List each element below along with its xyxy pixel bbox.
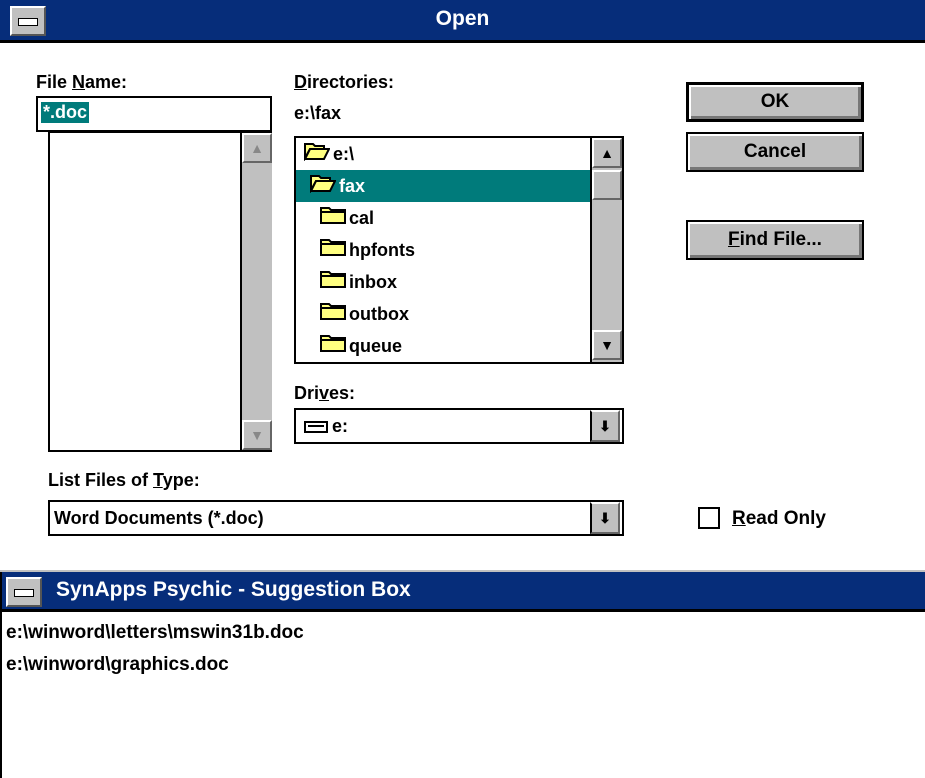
directory-scroll-down-button[interactable]: ▼ xyxy=(592,330,622,360)
directory-item-label: queue xyxy=(349,336,403,356)
drives-dropdown-arrow-icon[interactable]: ⬇ xyxy=(590,410,620,442)
directory-item-label: fax xyxy=(339,176,366,196)
open-folder-icon xyxy=(309,171,337,203)
drives-select[interactable]: e: ⬇ xyxy=(294,408,624,444)
folder-icon xyxy=(320,267,346,299)
directory-item-label: inbox xyxy=(349,272,397,292)
file-name-input[interactable]: *.doc xyxy=(36,96,272,132)
file-list-scroll-up-button[interactable]: ▲ xyxy=(242,133,272,163)
directory-item[interactable]: queue xyxy=(296,330,590,362)
directories-label: Directories: xyxy=(294,72,395,92)
directory-list-scrollbar[interactable]: ▲ ▼ xyxy=(590,138,622,362)
cancel-button[interactable]: Cancel xyxy=(686,132,864,172)
file-name-value: *.doc xyxy=(41,102,90,123)
directory-item-label: cal xyxy=(349,208,375,228)
directory-item[interactable]: hpfonts xyxy=(296,234,590,266)
suggestion-item[interactable]: e:\winword\letters\mswin31b.doc xyxy=(6,622,304,644)
current-directory-path: e:\fax xyxy=(294,103,342,123)
file-list-scroll-down-button[interactable]: ▼ xyxy=(242,420,272,450)
suggestion-box-title-bar[interactable]: SynApps Psychic - Suggestion Box xyxy=(2,572,925,612)
directory-item[interactable]: e:\ xyxy=(296,138,590,170)
directory-scroll-thumb[interactable] xyxy=(592,170,622,200)
directory-item-label: outbox xyxy=(349,304,409,324)
open-folder-icon xyxy=(303,139,331,171)
folder-icon xyxy=(320,235,346,267)
directory-list[interactable]: e:\ fax cal hpfonts inbox outbox queue ▲ ▼ xyxy=(294,136,624,364)
open-title-bar[interactable]: Open xyxy=(0,0,925,43)
directory-item-label: e:\ xyxy=(333,144,355,164)
folder-icon xyxy=(320,299,346,331)
drives-value: e: xyxy=(332,416,349,436)
directory-scroll-up-button[interactable]: ▲ xyxy=(592,138,622,168)
suggestion-box-title: SynApps Psychic - Suggestion Box xyxy=(56,578,411,601)
suggestion-item[interactable]: e:\winword\graphics.doc xyxy=(6,654,229,676)
directory-item-label: hpfonts xyxy=(349,240,415,260)
directory-item[interactable]: cal xyxy=(296,202,590,234)
file-list[interactable]: ▲ ▼ xyxy=(48,131,272,452)
suggestion-system-menu-icon[interactable] xyxy=(6,577,42,607)
file-name-label: File Name: xyxy=(36,72,128,92)
ok-button[interactable]: OK xyxy=(686,82,864,122)
suggestion-box-window: SynApps Psychic - Suggestion Box e:\winw… xyxy=(0,572,925,778)
file-type-value: Word Documents (*.doc) xyxy=(54,508,264,528)
file-type-label: List Files of Type: xyxy=(48,470,200,490)
folder-icon xyxy=(320,331,346,363)
drive-icon xyxy=(304,421,328,433)
directory-item[interactable]: outbox xyxy=(296,298,590,330)
drives-label: Drives: xyxy=(294,383,356,403)
directory-item[interactable]: fax xyxy=(296,170,590,202)
read-only-checkbox[interactable] xyxy=(698,507,720,529)
directory-item[interactable]: inbox xyxy=(296,266,590,298)
file-type-select[interactable]: Word Documents (*.doc) ⬇ xyxy=(48,500,624,536)
file-list-scrollbar[interactable]: ▲ ▼ xyxy=(240,133,272,450)
read-only-label[interactable]: Read Only xyxy=(732,508,826,530)
find-file-button[interactable]: Find File... xyxy=(686,220,864,260)
folder-icon xyxy=(320,203,346,235)
file-type-dropdown-arrow-icon[interactable]: ⬇ xyxy=(590,502,620,534)
open-dialog: Open File Name: *.doc ▲ ▼ Directories: e… xyxy=(0,0,925,570)
open-title: Open xyxy=(435,7,490,30)
